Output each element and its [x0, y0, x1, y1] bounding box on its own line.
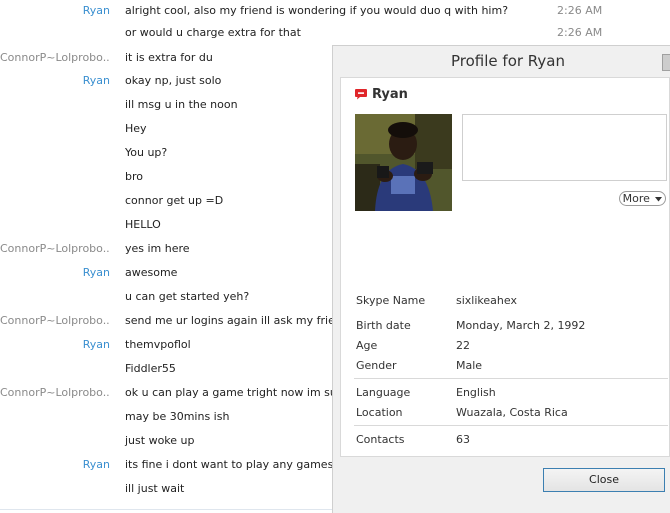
message-sender[interactable]: ConnorP~Lolprobo...: [0, 382, 110, 404]
message-sender[interactable]: ConnorP~Lolprobo...: [0, 47, 110, 69]
message-text: ok u can play a game tright now im sure: [125, 386, 348, 399]
chat-message: Ryan alright cool, also my friend is won…: [0, 0, 670, 24]
message-text: ill just wait: [125, 482, 185, 495]
profile-titlebar[interactable]: Profile for Ryan: [333, 46, 670, 77]
message-text: alright cool, also my friend is wonderin…: [125, 4, 509, 17]
message-text: awesome: [125, 266, 178, 279]
message-sender[interactable]: Ryan: [0, 334, 110, 356]
birth-date-label: Birth date: [356, 319, 411, 332]
gender-label: Gender: [356, 359, 397, 372]
details-separator: [354, 425, 668, 426]
language-value: English: [456, 386, 496, 399]
profile-panel: Ryan More Skype Name sixlikeahex Birth d…: [340, 77, 670, 457]
profile-window: Profile for Ryan Ryan More Skype Name si…: [332, 45, 670, 513]
skype-status-icon: [355, 89, 367, 100]
skype-window: Ryan alright cool, also my friend is won…: [0, 0, 670, 513]
message-sender[interactable]: Ryan: [0, 454, 110, 476]
message-sender[interactable]: Ryan: [0, 0, 110, 22]
profile-name: Ryan: [372, 87, 408, 102]
skype-name-value: sixlikeahex: [456, 294, 517, 307]
message-text: okay np, just solo: [125, 74, 222, 87]
message-sender[interactable]: Ryan: [0, 70, 110, 92]
message-text: yes im here: [125, 242, 190, 255]
language-label: Language: [356, 386, 411, 399]
message-text: just woke up: [125, 434, 195, 447]
details-separator: [354, 378, 668, 379]
message-text: bro: [125, 170, 143, 183]
more-button[interactable]: More: [619, 191, 666, 206]
message-sender[interactable]: ConnorP~Lolprobo...: [0, 310, 110, 332]
close-button[interactable]: Close: [543, 468, 665, 492]
message-text: u can get started yeh?: [125, 290, 250, 303]
message-text: may be 30mins ish: [125, 410, 230, 423]
gender-value: Male: [456, 359, 483, 372]
message-sender[interactable]: ConnorP~Lolprobo...: [0, 238, 110, 260]
scrollbar-thumb[interactable]: [662, 54, 670, 71]
chevron-down-icon: [655, 196, 663, 201]
mood-message-box: [462, 114, 667, 181]
message-time: 2:26 AM: [557, 4, 603, 17]
message-text: ill msg u in the noon: [125, 98, 238, 111]
message-text: or would u charge extra for that: [125, 26, 301, 39]
more-button-label: More: [622, 192, 650, 205]
birth-date-value: Monday, March 2, 1992: [456, 319, 586, 332]
message-text: You up?: [125, 146, 168, 159]
skype-name-label: Skype Name: [356, 294, 426, 307]
contacts-label: Contacts: [356, 433, 405, 446]
message-text: connor get up =D: [125, 194, 224, 207]
chat-message: or would u charge extra for that 2:26 AM: [0, 22, 670, 46]
message-text: its fine i dont want to play any games: [125, 458, 334, 471]
message-text: it is extra for du: [125, 51, 213, 64]
message-text: send me ur logins again ill ask my frien…: [125, 314, 355, 327]
window-title: Profile for Ryan: [451, 52, 565, 70]
message-text: HELLO: [125, 218, 161, 231]
contacts-value: 63: [456, 433, 470, 446]
age-label: Age: [356, 339, 378, 352]
avatar-photo: [355, 114, 452, 211]
location-value: Wuazala, Costa Rica: [456, 406, 568, 419]
message-sender[interactable]: Ryan: [0, 262, 110, 284]
message-text: Hey: [125, 122, 147, 135]
location-label: Location: [356, 406, 403, 419]
age-value: 22: [456, 339, 470, 352]
message-text: themvpoflol: [125, 338, 191, 351]
avatar: [355, 114, 452, 211]
message-time: 2:26 AM: [557, 26, 603, 39]
message-text: Fiddler55: [125, 362, 176, 375]
